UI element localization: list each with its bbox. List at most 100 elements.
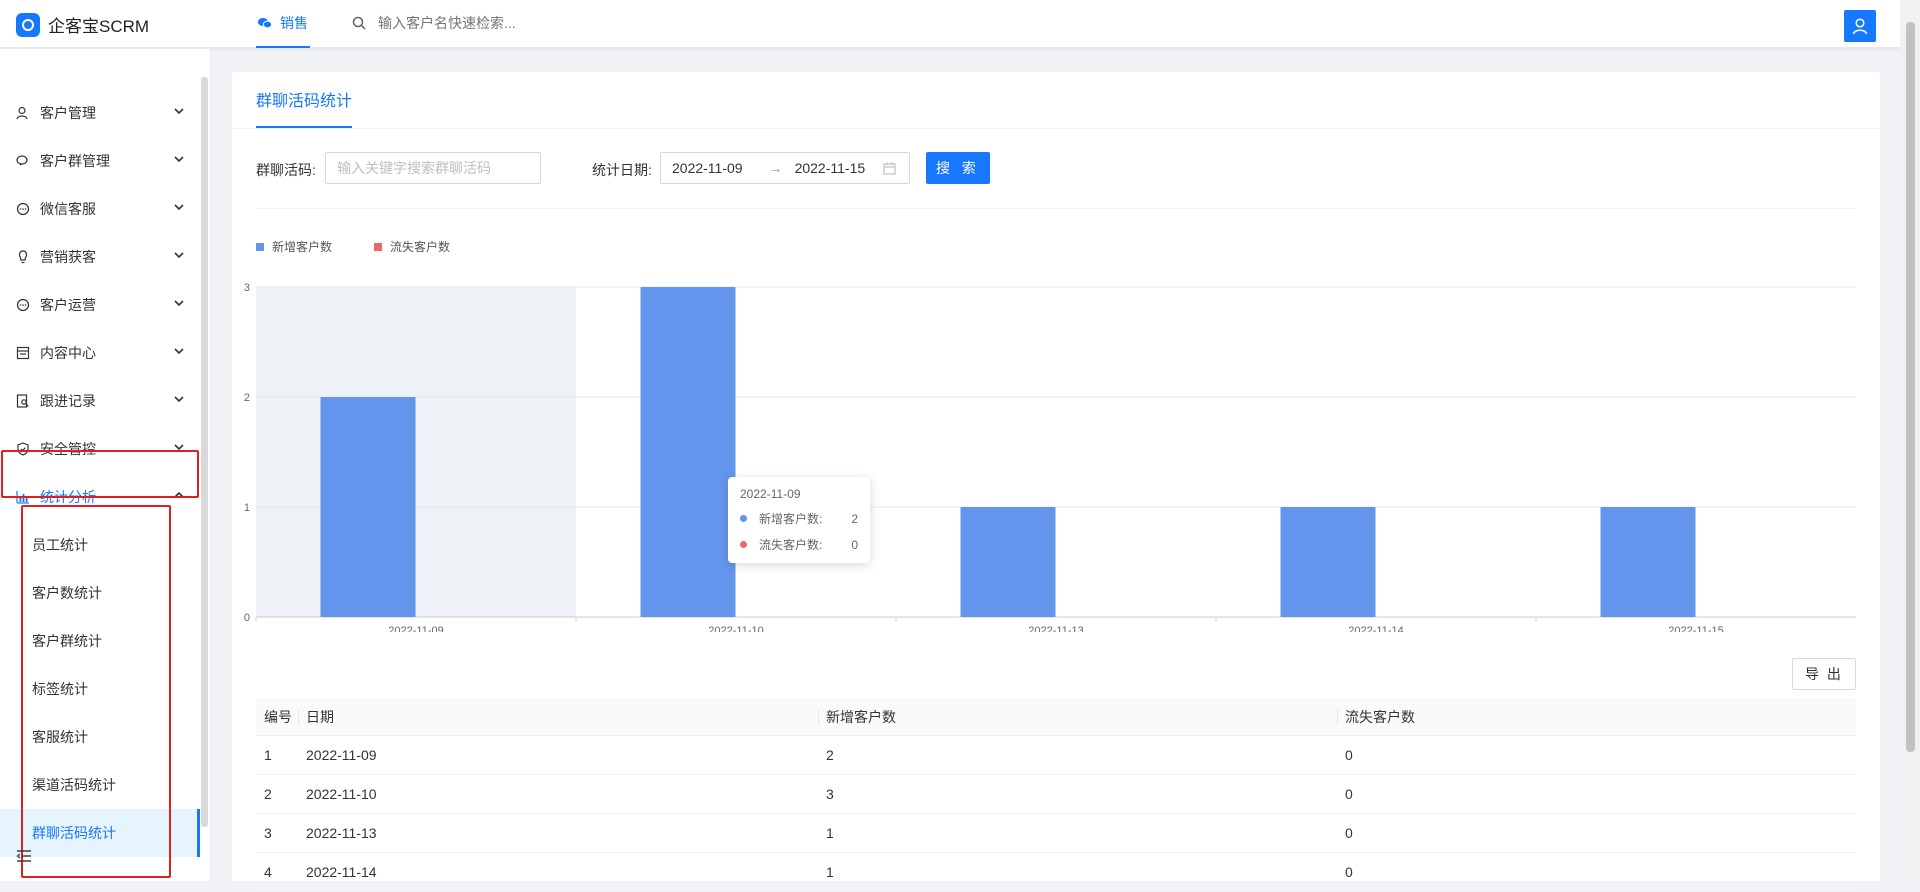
chevron-down-icon	[174, 108, 184, 114]
x-tick-label: 2022-11-13	[1028, 625, 1083, 632]
table-cell: 1	[264, 747, 272, 763]
wechat-icon	[258, 18, 272, 29]
hover-highlight	[256, 287, 576, 617]
sidebar-item-customer-ops[interactable]: 客户运营	[0, 281, 200, 329]
legend-swatch-lost	[374, 242, 382, 251]
table-row[interactable]: 2 2022-11-10 3 0	[256, 775, 1856, 814]
table-cell: 2	[826, 747, 834, 763]
table-cell: 3	[826, 786, 834, 802]
tooltip-value-lost: 0	[851, 537, 858, 552]
legend-item-lost[interactable]: 流失客户数	[374, 238, 450, 255]
tooltip-dot-lost	[740, 541, 747, 548]
date-range-picker[interactable]: 2022-11-09 → 2022-11-15	[660, 152, 910, 184]
legend-swatch-new	[256, 242, 264, 251]
app-title: 企客宝SCRM	[48, 17, 150, 36]
tooltip-dot-new	[740, 515, 747, 522]
y-tick-label: 0	[244, 612, 250, 624]
export-button[interactable]: 导 出	[1792, 658, 1856, 690]
stats-table: 编号 日期 新增客户数 流失客户数 1 2022-11-09 2 0 2 2022-11-…	[256, 698, 1856, 892]
date-start[interactable]: 2022-11-09	[672, 160, 743, 176]
table-cell: 4	[264, 864, 272, 880]
bar-new-customers	[1600, 507, 1696, 617]
user-avatar[interactable]	[1844, 10, 1876, 42]
table-cell: 2	[264, 786, 272, 802]
table-cell: 1	[826, 864, 834, 880]
table-header-cell: 流失客户数	[1337, 698, 1415, 735]
date-label: 统计日期:	[592, 162, 652, 178]
table-cell: 2022-11-09	[306, 747, 377, 763]
sidebar-item-group-mgmt[interactable]: 客户群管理	[0, 137, 200, 185]
sidebar-item-follow-up[interactable]: 跟进记录	[0, 377, 200, 425]
top-header: 企客宝SCRM 销售	[0, 0, 1900, 48]
tooltip-title: 2022-11-09	[740, 487, 801, 501]
chevron-down-icon	[174, 300, 184, 306]
group-code-search-placeholder: 输入关键字搜索群聊活码	[337, 160, 491, 176]
legend-item-new[interactable]: 新增客户数	[256, 238, 332, 255]
document-icon	[16, 346, 30, 360]
sidebar-item-marketing[interactable]: 营销获客	[0, 233, 200, 281]
chevron-down-icon	[174, 156, 184, 162]
sidebar-item-customer-mgmt[interactable]: 客户管理	[0, 89, 200, 137]
bar-chart: 0 1 2 3 2022-11-09 2022-11-10 2022-11-13 2022-1…	[244, 282, 1856, 632]
table-header-cell: 新增客户数	[818, 698, 896, 735]
message-dots-icon	[16, 202, 30, 216]
page-scrollbar[interactable]	[1900, 0, 1920, 881]
global-search[interactable]	[352, 14, 676, 32]
search-icon	[352, 16, 366, 30]
table-cell: 2022-11-14	[306, 864, 377, 880]
search-input[interactable]	[376, 14, 676, 32]
legend-label-lost: 流失客户数	[390, 240, 451, 254]
table-cell: 0	[1345, 864, 1353, 880]
bar-new-customers	[960, 507, 1056, 617]
group-code-search-field[interactable]: 输入关键字搜索群聊活码	[325, 152, 541, 184]
message-dots-icon	[16, 298, 30, 312]
highlight-box-submenu	[21, 505, 171, 878]
sidebar-item-label: 客户群管理	[40, 153, 110, 169]
tab-group-code-stats[interactable]: 群聊活码统计	[256, 72, 353, 128]
date-range-arrow: →	[768, 160, 783, 176]
user-icon	[16, 106, 30, 120]
x-tick-label: 2022-11-09	[388, 625, 443, 632]
logo-icon	[16, 12, 40, 37]
y-tick-label: 2	[244, 392, 250, 404]
bar-new-customers	[320, 397, 416, 617]
chevron-down-icon	[174, 348, 184, 354]
y-tick-label: 3	[244, 282, 250, 294]
chevron-down-icon	[174, 252, 184, 258]
tooltip-row-new: 新增客户数: 2	[740, 510, 858, 527]
table-cell: 2022-11-10	[306, 786, 377, 802]
table-cell: 0	[1345, 786, 1353, 802]
search-button[interactable]: 搜 索	[926, 152, 990, 184]
chevron-down-icon	[174, 204, 184, 210]
table-header-row: 编号 日期 新增客户数 流失客户数	[256, 698, 1856, 736]
lightbulb-icon	[16, 250, 30, 264]
group-code-label: 群聊活码:	[256, 162, 316, 178]
legend-label-new: 新增客户数	[272, 240, 333, 254]
collapse-sidebar-button[interactable]	[16, 849, 32, 866]
table-row[interactable]: 3 2022-11-13 1 0	[256, 814, 1856, 853]
tab-divider	[232, 128, 1880, 129]
chart-tooltip: 2022-11-09 新增客户数: 2 流失客户数: 0	[728, 477, 870, 563]
sidebar-scrollbar[interactable]	[201, 77, 208, 827]
app-logo[interactable]: 企客宝SCRM	[16, 12, 149, 37]
sidebar-item-content-center[interactable]: 内容中心	[0, 329, 200, 377]
tab-sales[interactable]: 销售	[256, 0, 310, 48]
record-search-icon	[16, 394, 30, 408]
sidebar-item-wechat-service[interactable]: 微信客服	[0, 185, 200, 233]
table-row[interactable]: 4 2022-11-14 1 0	[256, 853, 1856, 892]
table-row[interactable]: 1 2022-11-09 2 0	[256, 736, 1856, 775]
table-cell: 1	[826, 825, 834, 841]
table-cell: 0	[1345, 825, 1353, 841]
bar-new-customers	[640, 287, 736, 617]
sidebar-item-label: 跟进记录	[40, 393, 96, 409]
calendar-icon	[883, 162, 896, 175]
chat-bubbles-icon	[16, 154, 30, 168]
page-scrollbar-thumb[interactable]	[1906, 22, 1915, 752]
date-end[interactable]: 2022-11-15	[795, 160, 866, 176]
x-tick-label: 2022-11-10	[708, 625, 763, 632]
menu-fold-icon	[16, 850, 31, 862]
sidebar-item-label: 内容中心	[40, 345, 96, 361]
chevron-down-icon	[174, 396, 184, 402]
y-tick-label: 1	[244, 502, 250, 514]
table-header-cell: 编号	[264, 708, 292, 725]
